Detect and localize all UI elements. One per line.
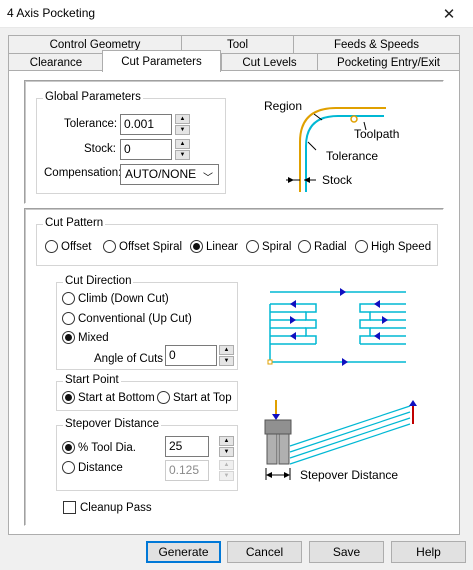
spin-down-icon[interactable]: ▼ [219,356,234,366]
tolerance-label: Tolerance: [64,118,118,130]
window-title: 4 Axis Pocketing [7,6,96,20]
tab-cut-parameters[interactable]: Cut Parameters [102,50,221,72]
linear-pattern-diagram [267,288,406,366]
cleanup-pass-label: Cleanup Pass [80,501,152,514]
distance-spinner[interactable]: ▲ ▼ [219,460,234,481]
radio-mixed[interactable]: Mixed [62,331,109,344]
radio-high-speed[interactable]: High Speed [355,240,431,253]
stepover-group: Stepover Distance [56,418,238,491]
spin-up-icon[interactable]: ▲ [175,114,190,124]
arrow-icon [290,316,296,324]
stock-input[interactable]: 0 [120,139,172,160]
stock-diagram-label: Stock [322,173,353,187]
tool-holder [264,419,292,435]
tool-dia-spinner[interactable]: ▲ ▼ [219,436,234,457]
tab-clearance[interactable]: Clearance [8,53,104,71]
spin-up-icon[interactable]: ▲ [219,460,234,470]
cutter-flute [266,433,278,465]
radio-climb[interactable]: Climb (Down Cut) [62,292,169,305]
radio-distance[interactable]: Distance [62,461,123,474]
spin-up-icon[interactable]: ▲ [219,436,234,446]
stock-label: Stock: [84,143,116,155]
arrow-icon [382,316,388,324]
title-bar: 4 Axis Pocketing ✕ [0,0,473,28]
save-button[interactable]: Save [309,541,384,563]
stock-spinner[interactable]: ▲ ▼ [175,139,190,160]
distance-input[interactable]: 0.125 [165,460,209,481]
tool-dia-input[interactable]: 25 [165,436,209,457]
chevron-down-icon: ﹀ [203,173,213,184]
compensation-value: AUTO/NONE [125,167,197,181]
start-marker [267,359,273,365]
compensation-label: Compensation: [44,167,122,179]
tab-feeds-speeds[interactable]: Feeds & Speeds [293,35,460,53]
arrow-icon [342,358,348,366]
arrow-left-icon [266,472,272,478]
cut-direction-title: Cut Direction [63,275,134,287]
toolpath-label: Toolpath [354,127,399,141]
radio-conventional[interactable]: Conventional (Up Cut) [62,312,192,325]
radio-start-top[interactable]: Start at Top [157,391,232,404]
spin-down-icon[interactable]: ▼ [175,125,190,135]
close-icon[interactable]: ✕ [429,2,469,26]
start-point-title: Start Point [63,374,121,386]
tab-cut-levels[interactable]: Cut Levels [221,53,318,71]
radio-spiral[interactable]: Spiral [246,240,291,253]
arrow-right-icon [284,472,290,478]
tolerance-leader [307,141,317,151]
radio-radial[interactable]: Radial [298,240,347,253]
compensation-select[interactable]: AUTO/NONE ﹀ [120,164,219,185]
tab-pocketing-entry-exit[interactable]: Pocketing Entry/Exit [317,53,460,71]
region-label: Region [264,99,302,113]
spin-down-icon[interactable]: ▼ [175,150,190,160]
angle-of-cuts-label: Angle of Cuts [94,353,164,365]
checkbox-box[interactable] [63,501,76,514]
radio-offset[interactable]: Offset [45,240,91,253]
region-toolpath-diagram: Region Toolpath Tolerance Stock [264,99,399,192]
arrow-down-icon [272,414,280,420]
help-button[interactable]: Help [391,541,466,563]
global-parameters-title: Global Parameters [43,91,143,103]
tolerance-spinner[interactable]: ▲ ▼ [175,114,190,135]
radio-offset-spiral[interactable]: Offset Spiral [103,240,182,253]
radio-start-bottom[interactable]: Start at Bottom [62,391,155,404]
stepover-diagram: Stepover Distance [264,400,417,482]
spin-down-icon[interactable]: ▼ [219,471,234,481]
region-leader [313,113,323,121]
arrow-icon [290,300,296,308]
radio-linear[interactable]: Linear [190,240,238,253]
angle-of-cuts-input[interactable]: 0 [165,345,217,366]
angle-spinner[interactable]: ▲ ▼ [219,345,234,366]
arrow-icon [374,332,380,340]
spin-up-icon[interactable]: ▲ [219,345,234,355]
spin-up-icon[interactable]: ▲ [175,139,190,149]
cleanup-pass-checkbox[interactable]: Cleanup Pass [63,501,152,514]
spin-down-icon[interactable]: ▼ [219,447,234,457]
cutter-flute [278,433,290,465]
tolerance-input[interactable]: 0.001 [120,114,172,135]
stepover-diagram-label: Stepover Distance [300,468,398,482]
arrow-icon [374,300,380,308]
stepover-title: Stepover Distance [63,418,161,430]
radio-tool-dia[interactable]: % Tool Dia. [62,441,136,454]
tolerance-diagram-label: Tolerance [326,149,378,163]
arrow-icon [290,332,296,340]
generate-button[interactable]: Generate [146,541,221,563]
toolpath-marker [350,115,358,123]
cancel-button[interactable]: Cancel [227,541,302,563]
arrow-up-icon [409,400,417,406]
arrow-icon [340,288,346,296]
cut-pattern-title: Cut Pattern [43,217,106,229]
